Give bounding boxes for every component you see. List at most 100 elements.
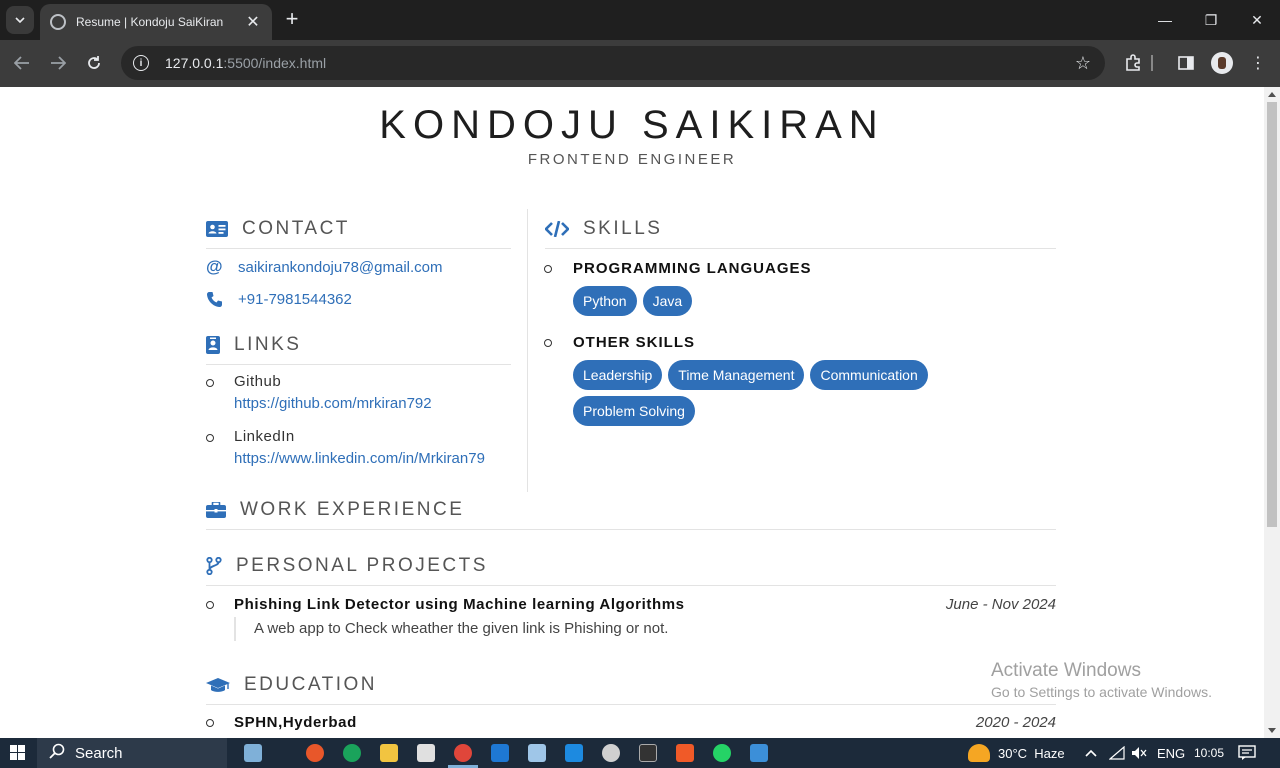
back-button[interactable] [9,50,35,76]
code-branch-icon [206,557,222,575]
list-bullet [206,719,214,727]
skill-pills-programming: Python Java [573,286,693,316]
tray-chevron-up-icon[interactable] [1085,738,1097,768]
settings-gear-icon[interactable] [602,744,620,762]
skills-heading-text: SKILLS [583,218,663,239]
chrome-icon[interactable] [454,744,472,762]
skill-pill: Communication [810,360,928,390]
profile-avatar[interactable] [1211,52,1233,74]
resume-role: FRONTEND ENGINEER [527,151,737,168]
projects-heading-text: PERSONAL PROJECTS [236,555,488,576]
list-bullet [544,265,552,273]
restore-button[interactable]: ❐ [1188,0,1234,40]
notepad-icon[interactable] [528,744,546,762]
at-icon: @ [206,257,223,276]
extensions-icon[interactable] [1122,52,1144,74]
reload-button[interactable] [81,50,107,76]
skill-category-programming: PROGRAMMING LANGUAGES [573,260,812,277]
close-window-button[interactable]: ✕ [1234,0,1280,40]
firefox-icon[interactable] [306,744,324,762]
weather-widget[interactable]: 30°C Haze [968,738,1065,768]
activate-windows-subtitle: Go to Settings to activate Windows. [991,684,1212,700]
store-icon[interactable] [417,744,435,762]
skills-divider [545,248,1056,249]
browser-tab-resume[interactable]: Resume | Kondoju SaiKiran ✕ [40,4,272,40]
links-divider [206,364,511,365]
arrow-right-icon [51,56,66,70]
contact-email[interactable]: saikirankondoju78@gmail.com [238,259,443,276]
resume-name: KONDOJU SAIKIRAN [379,103,885,147]
link-url-github[interactable]: https://github.com/mrkiran792 [234,395,432,412]
education-date: 2020 - 2024 [975,714,1056,731]
brave-icon[interactable] [676,744,694,762]
contact-email-row: @ saikirankondoju78@gmail.com [206,257,443,277]
skills-heading: SKILLS [545,218,662,240]
menu-icon[interactable]: ⋮ [1247,52,1269,74]
app-icon-blue[interactable] [491,744,509,762]
volume-muted-icon[interactable] [1131,738,1147,768]
briefcase-icon [206,502,226,518]
projects-heading: PERSONAL PROJECTS [206,555,488,577]
scrollbar-thumb[interactable] [1267,102,1277,527]
education-heading: EDUCATION [206,674,377,696]
terminal-icon[interactable] [639,744,657,762]
list-bullet [206,601,214,609]
tab-search-button[interactable] [6,6,34,34]
bookmark-star-icon[interactable]: ☆ [1075,53,1091,74]
contact-phone[interactable]: +91-7981544362 [238,291,352,308]
activate-windows-title: Activate Windows [991,660,1141,681]
edge-icon[interactable] [343,744,361,762]
skill-pills-other-row2: Problem Solving [573,396,695,426]
network-icon[interactable] [1109,738,1125,768]
globe-icon [50,14,66,30]
contact-heading-text: CONTACT [242,218,350,239]
address-bar[interactable]: i 127.0.0.1:5500/index.html ☆ [121,46,1105,80]
url-path: :5500/index.html [223,55,327,71]
skill-pill: Time Management [668,360,805,390]
close-tab-icon[interactable]: ✕ [244,12,262,32]
language-indicator[interactable]: ENG [1157,738,1185,768]
column-divider [527,209,528,492]
contact-phone-row: +91-7981544362 [206,291,352,308]
clock[interactable]: 10:05 [1194,738,1224,768]
tab-strip: Resume | Kondoju SaiKiran ✕ + — ❐ ✕ [0,0,1280,40]
search-icon [49,743,65,764]
contact-divider [206,248,511,249]
project-description: A web app to Check wheather the given li… [234,617,668,641]
skill-pill: Java [642,286,693,316]
browser-toolbar: i 127.0.0.1:5500/index.html ☆ ⋮ [0,40,1280,87]
windows-start-icon[interactable] [10,745,26,761]
scroll-down-arrow-icon[interactable] [1268,728,1276,733]
taskbar-search[interactable]: Search [37,738,227,768]
id-card-icon [206,221,228,237]
contact-heading: CONTACT [206,218,350,240]
toolbar-divider [1151,55,1153,71]
side-panel-icon[interactable] [1175,52,1197,74]
site-info-icon[interactable]: i [133,55,149,71]
page-scrollbar[interactable] [1264,87,1280,738]
windows-taskbar: Search 30°C Haze ENG 10:05 [0,738,1280,768]
links-heading: LINKS [206,334,301,356]
widgets-icon[interactable] [244,744,262,762]
forward-button[interactable] [45,50,71,76]
new-tab-button[interactable]: + [282,8,302,30]
minimize-button[interactable]: — [1142,0,1188,40]
link-label-linkedin: LinkedIn [234,428,295,445]
photos-icon[interactable] [750,744,768,762]
file-explorer-icon[interactable] [380,744,398,762]
list-bullet [206,379,214,387]
arrow-left-icon [14,56,29,70]
education-title: SPHN,Hyderbad [234,714,357,731]
notifications-icon[interactable] [1238,738,1256,768]
whatsapp-icon[interactable] [713,744,731,762]
work-heading: WORK EXPERIENCE [206,499,464,521]
haze-sun-icon [968,744,990,762]
skill-pills-other-row1: Leadership Time Management Communication [573,360,928,390]
link-url-linkedin[interactable]: https://www.linkedin.com/in/Mrkiran79 [234,450,485,467]
resume-page: KONDOJU SAIKIRAN FRONTEND ENGINEER CONTA… [0,87,1264,738]
education-heading-text: EDUCATION [244,674,377,695]
education-divider [206,704,1056,705]
vscode-icon[interactable] [565,744,583,762]
scroll-up-arrow-icon[interactable] [1268,92,1276,97]
graduation-cap-icon [206,677,230,693]
